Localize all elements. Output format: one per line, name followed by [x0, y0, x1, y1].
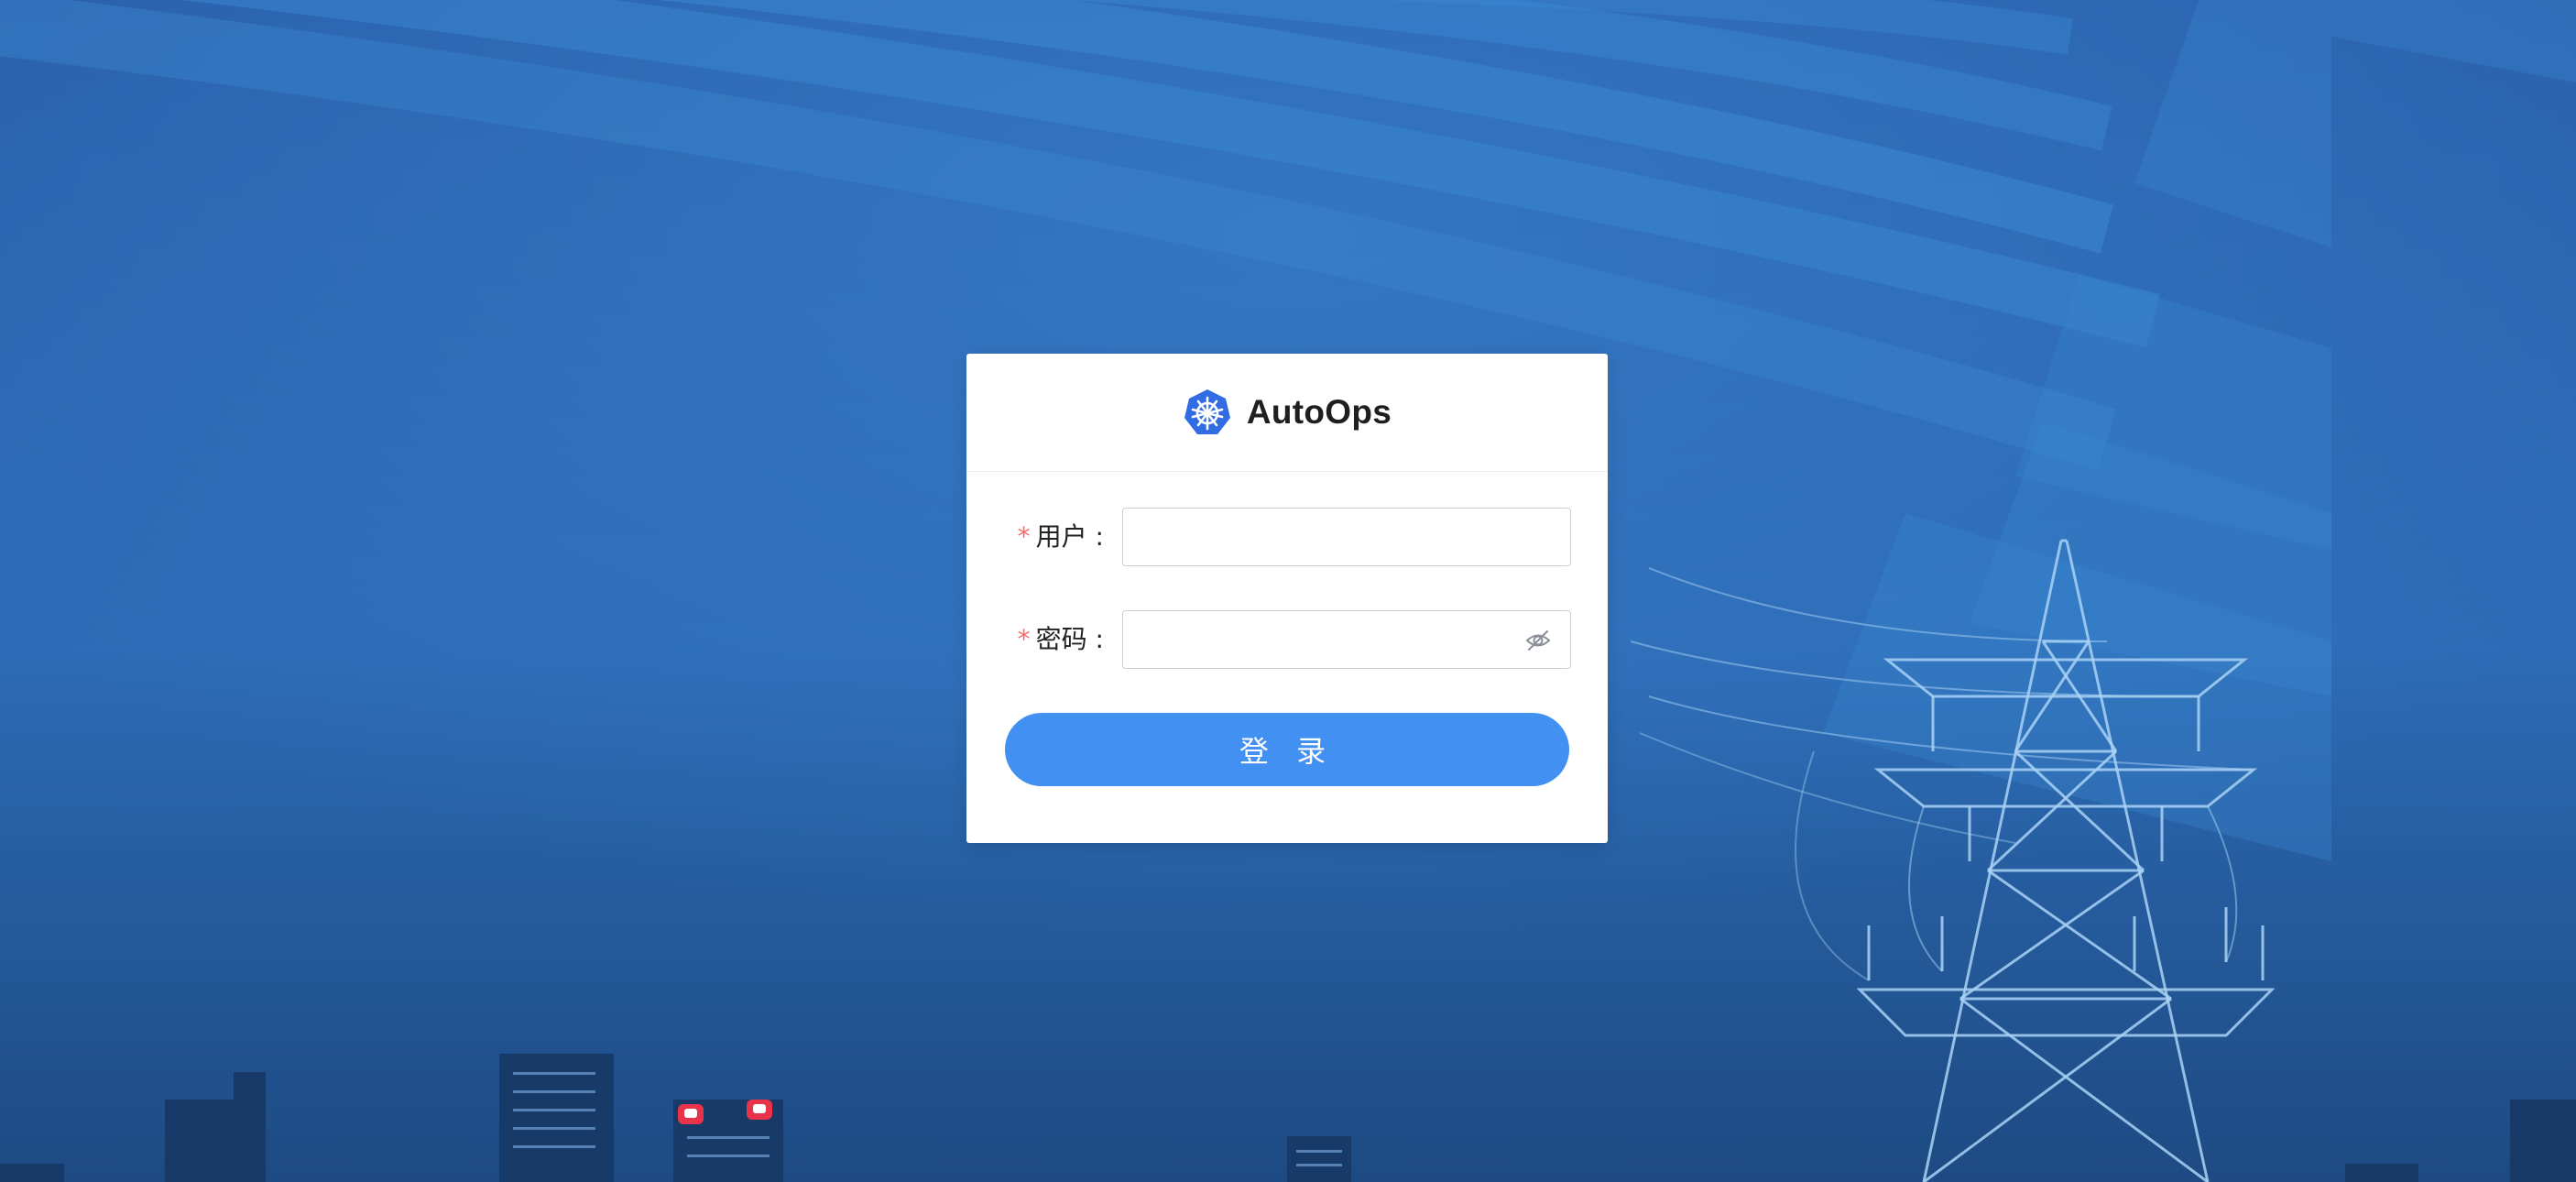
username-field — [1122, 508, 1571, 566]
password-field — [1122, 610, 1571, 669]
password-label: * 密码 : — [1018, 610, 1104, 669]
password-input[interactable] — [1123, 611, 1541, 668]
app-title: AutoOps — [1246, 393, 1392, 431]
username-row: * 用户 : — [966, 508, 1608, 566]
login-page: AutoOps * 用户 : * 密码 : 登 录 — [0, 0, 2576, 1182]
username-label: * 用户 : — [1018, 508, 1104, 566]
username-label-text: 用户 : — [1035, 521, 1104, 552]
login-card: AutoOps * 用户 : * 密码 : 登 录 — [966, 354, 1608, 843]
login-button[interactable]: 登 录 — [1005, 713, 1569, 786]
required-mark: * — [1017, 624, 1031, 654]
password-row: * 密码 : — [966, 610, 1608, 669]
username-input[interactable] — [1123, 509, 1541, 565]
password-label-text: 密码 : — [1035, 624, 1104, 654]
required-mark: * — [1017, 521, 1031, 552]
card-header: AutoOps — [966, 354, 1608, 472]
eye-off-icon[interactable] — [1524, 627, 1552, 654]
kubernetes-helm-icon — [1184, 389, 1230, 434]
